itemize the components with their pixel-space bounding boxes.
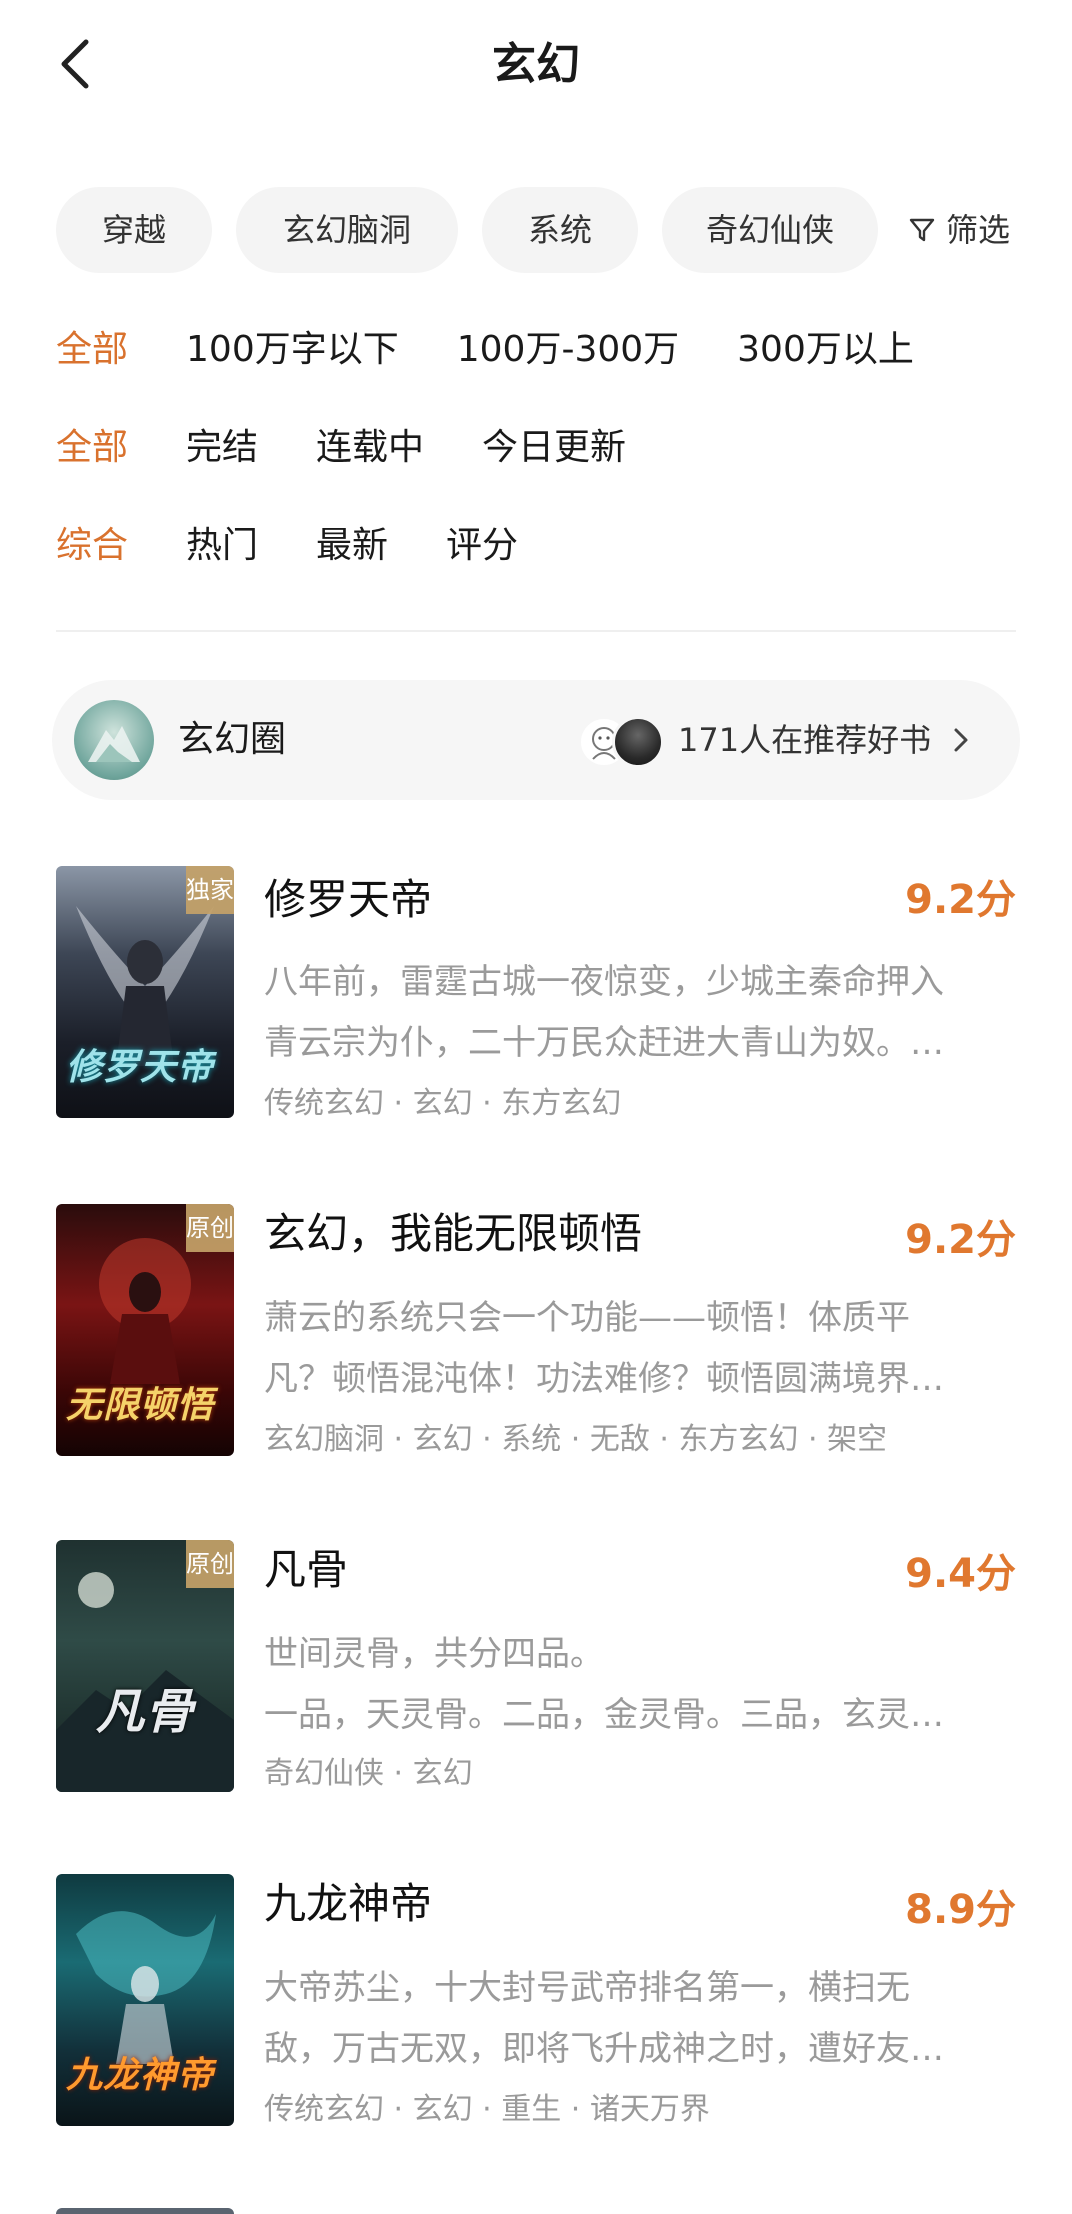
length-over-3m[interactable]: 300万以上 xyxy=(737,320,914,372)
book-description: 世间灵骨，共分四品。 一品，天灵骨。二品，金灵骨。三品，玄灵… xyxy=(264,1624,1016,1746)
filter-row-length: 全部 100万字以下 100万-300万 300万以上 xyxy=(56,316,972,376)
cover-title: 九龙神帝 xyxy=(66,2055,215,2096)
chip-xitong[interactable]: 系统 xyxy=(482,187,638,273)
filter-row-status: 全部 完结 连载中 今日更新 xyxy=(56,414,684,474)
chip-qihuan-xianxia[interactable]: 奇幻仙侠 xyxy=(662,187,878,273)
cover-badge: 原创 xyxy=(186,1204,234,1252)
cover-badge: 原创 xyxy=(186,1540,234,1588)
desc-line: 凡？顿悟混沌体！功法难修？顿悟圆满境界… xyxy=(264,1359,944,1399)
chip-chuanyue[interactable]: 穿越 xyxy=(56,187,212,273)
desc-line: 大帝苏尘，十大封号武帝排名第一，横扫无 xyxy=(264,1968,910,2008)
circle-avatar xyxy=(74,700,154,780)
sort-newest[interactable]: 最新 xyxy=(316,516,388,568)
book-cover[interactable]: 原创 凡骨 xyxy=(56,1540,234,1792)
book-tags: 传统玄幻 · 玄幻 · 重生 · 诸天万界 xyxy=(264,2092,710,2127)
book-title[interactable]: 修罗天帝 xyxy=(264,870,432,930)
status-all[interactable]: 全部 xyxy=(56,418,128,470)
desc-line: 世间灵骨，共分四品。 xyxy=(264,1634,604,1674)
length-all[interactable]: 全部 xyxy=(56,320,128,372)
sort-rating[interactable]: 评分 xyxy=(446,516,518,568)
status-updated-today[interactable]: 今日更新 xyxy=(482,418,626,470)
chip-xuanhuan-naodong[interactable]: 玄幻脑洞 xyxy=(236,187,458,273)
cover-badge: 独家 xyxy=(186,866,234,914)
chevron-right-icon xyxy=(954,728,968,752)
book-description: 萧云的系统只会一个功能——顿悟！体质平 凡？顿悟混沌体！功法难修？顿悟圆满境界… xyxy=(264,1288,1016,1410)
filter-button[interactable]: 筛选 xyxy=(908,187,1010,273)
filter-label: 筛选 xyxy=(946,211,1011,249)
book-score: 9.2分 xyxy=(905,877,1016,923)
book-tags: 玄幻脑洞 · 玄幻 · 系统 · 无敌 · 东方玄幻 · 架空 xyxy=(264,1422,888,1457)
status-completed[interactable]: 完结 xyxy=(186,418,258,470)
book-description: 八年前，雷霆古城一夜惊变，少城主秦命押入 青云宗为仆，二十万民众赶进大青山为奴。… xyxy=(264,952,1016,1074)
book-score: 9.4分 xyxy=(905,1551,1016,1597)
sort-overall[interactable]: 综合 xyxy=(56,516,128,568)
desc-line: 一品，天灵骨。二品，金灵骨。三品，玄灵… xyxy=(264,1695,944,1735)
cover-title: 修罗天帝 xyxy=(66,1047,215,1088)
desc-line: 萧云的系统只会一个功能——顿悟！体质平 xyxy=(264,1298,910,1338)
book-title[interactable]: 凡骨 xyxy=(264,1540,348,1600)
book-cover[interactable]: 原创 无限顿悟 xyxy=(56,1204,234,1456)
sort-hot[interactable]: 热门 xyxy=(186,516,258,568)
length-1m-3m[interactable]: 100万-300万 xyxy=(457,320,679,372)
book-tags: 传统玄幻 · 玄幻 · 东方玄幻 xyxy=(264,1086,622,1121)
desc-line: 青云宗为仆，二十万民众赶进大青山为奴。… xyxy=(264,1023,944,1063)
book-title[interactable]: 玄幻，我能无限顿悟 xyxy=(264,1204,642,1264)
book-description: 大帝苏尘，十大封号武帝排名第一，横扫无 敌，万古无双，即将飞升成神之时，遭好友… xyxy=(264,1958,1016,2080)
recommender-avatar xyxy=(612,716,664,768)
cover-title: 无限顿悟 xyxy=(66,1385,215,1426)
book-tags: 奇幻仙侠 · 玄幻 xyxy=(264,1756,473,1791)
divider xyxy=(56,630,1016,632)
desc-line: 八年前，雷霆古城一夜惊变，少城主秦命押入 xyxy=(264,962,944,1002)
length-under-1m[interactable]: 100万字以下 xyxy=(186,320,399,372)
book-score: 8.9分 xyxy=(905,1887,1016,1933)
book-cover[interactable]: 独家 修罗天帝 xyxy=(56,866,234,1118)
circle-name: 玄幻圈 xyxy=(178,719,287,760)
book-cover[interactable] xyxy=(56,2208,234,2214)
funnel-icon xyxy=(909,218,935,242)
recommend-count-text: 171人在推荐好书 xyxy=(678,721,932,759)
book-score: 9.2分 xyxy=(905,1217,1016,1263)
filter-row-sort: 综合 热门 最新 评分 xyxy=(56,512,576,572)
book-cover[interactable]: 九龙神帝 xyxy=(56,1874,234,2126)
book-title[interactable]: 九龙神帝 xyxy=(264,1874,432,1934)
status-ongoing[interactable]: 连载中 xyxy=(316,418,424,470)
page-title: 玄幻 xyxy=(492,39,580,90)
desc-line: 敌，万古无双，即将飞升成神之时，遭好友… xyxy=(264,2029,944,2069)
cover-title: 凡骨 xyxy=(96,1684,195,1740)
